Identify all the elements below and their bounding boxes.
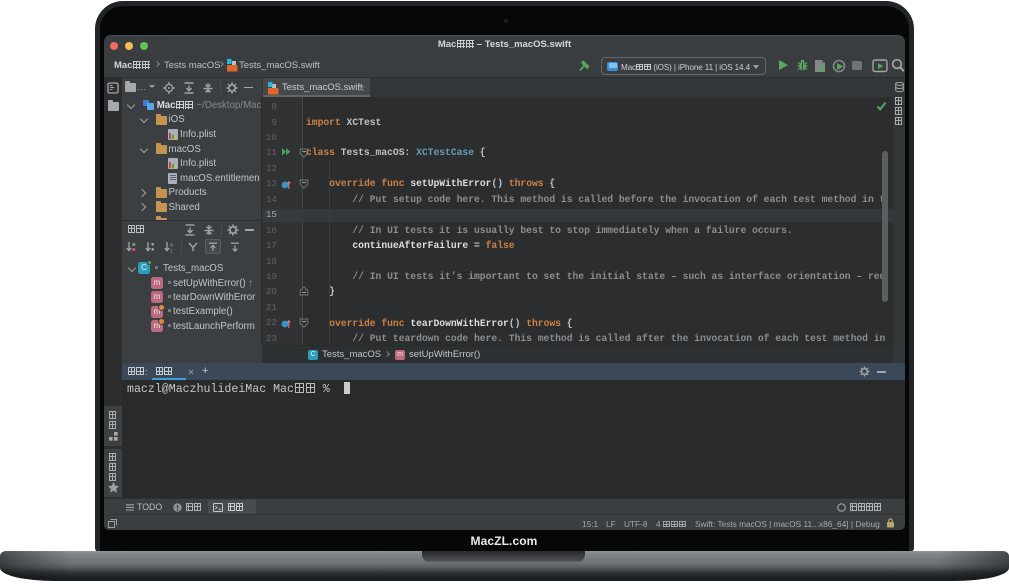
svg-text:z: z xyxy=(170,249,173,254)
